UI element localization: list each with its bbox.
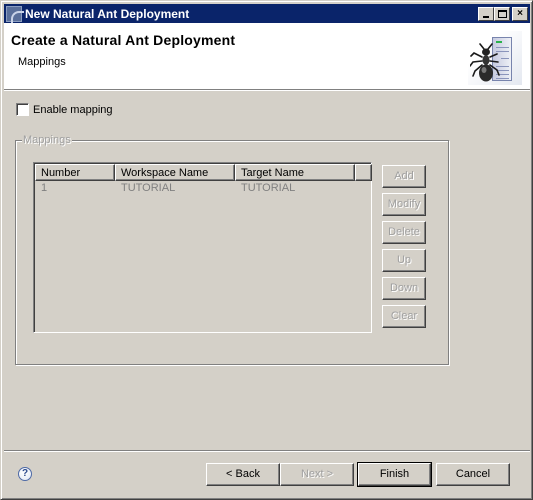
up-button[interactable]: Up (382, 249, 426, 272)
mappings-table[interactable]: Number Workspace Name Target Name 1 TUTO… (33, 162, 372, 333)
maximize-icon (498, 9, 507, 18)
wizard-header: Create a Natural Ant Deployment Mappings (4, 23, 530, 91)
page-title: Create a Natural Ant Deployment (11, 32, 236, 48)
minimize-button[interactable] (478, 6, 494, 21)
help-icon[interactable]: ? (18, 467, 32, 481)
column-header-number[interactable]: Number (35, 164, 115, 181)
enable-mapping-row[interactable]: Enable mapping (16, 103, 113, 116)
page-subtitle: Mappings (18, 56, 66, 68)
mappings-group-label: Mappings (22, 134, 72, 146)
ant-server-icon (468, 31, 522, 85)
enable-mapping-checkbox[interactable] (16, 103, 29, 116)
column-header-filler (355, 164, 372, 181)
column-header-target-name[interactable]: Target Name (235, 164, 355, 181)
close-button[interactable]: × (512, 6, 528, 21)
cell-number: 1 (41, 182, 48, 194)
cell-workspace-name: TUTORIAL (121, 182, 176, 194)
finish-button[interactable]: Finish (357, 462, 432, 487)
ant-icon (470, 43, 500, 82)
clear-button[interactable]: Clear (382, 305, 426, 328)
enable-mapping-label[interactable]: Enable mapping (33, 104, 113, 116)
next-button[interactable]: Next > (280, 463, 354, 486)
app-icon (6, 5, 24, 24)
cancel-button[interactable]: Cancel (436, 463, 510, 486)
maximize-button[interactable] (494, 6, 510, 21)
down-button[interactable]: Down (382, 277, 426, 300)
title-bar[interactable]: New Natural Ant Deployment × (4, 4, 530, 24)
close-icon: × (517, 7, 523, 19)
add-button[interactable]: Add (382, 165, 426, 188)
table-row[interactable]: 1 TUTORIAL TUTORIAL (35, 181, 355, 196)
cell-target-name: TUTORIAL (241, 182, 296, 194)
table-header: Number Workspace Name Target Name (35, 164, 372, 181)
footer-separator (4, 450, 530, 452)
wizard-window: New Natural Ant Deployment × Create a Na… (0, 0, 533, 500)
column-header-workspace-name[interactable]: Workspace Name (115, 164, 235, 181)
back-button[interactable]: < Back (206, 463, 280, 486)
modify-button[interactable]: Modify (382, 193, 426, 216)
minimize-icon (483, 15, 489, 18)
delete-button[interactable]: Delete (382, 221, 426, 244)
window-title: New Natural Ant Deployment (25, 6, 190, 21)
